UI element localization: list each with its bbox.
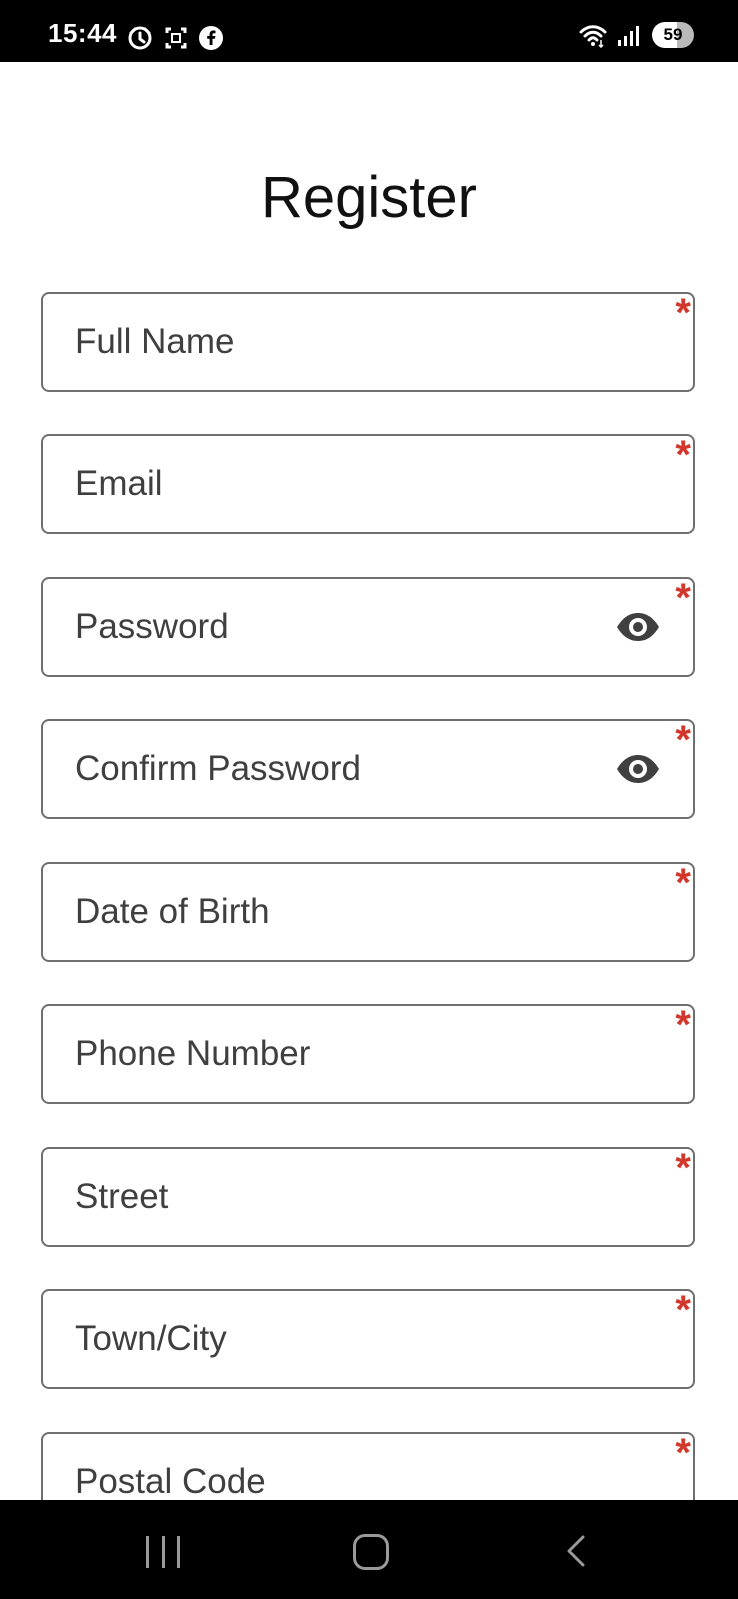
phone-number-field[interactable]: Phone Number *: [41, 1004, 695, 1104]
alarm-icon: [128, 26, 152, 50]
back-button[interactable]: [560, 1533, 594, 1569]
field-label: Street: [75, 1177, 169, 1216]
required-marker: *: [675, 1003, 691, 1047]
wifi-icon: [579, 25, 607, 48]
full-name-field[interactable]: Full Name *: [41, 292, 695, 392]
email-field[interactable]: Email *: [41, 434, 695, 534]
page-title: Register: [261, 165, 477, 230]
town-city-field[interactable]: Town/City *: [41, 1289, 695, 1389]
recents-bar: [161, 1536, 165, 1568]
field-label: Password: [75, 607, 229, 646]
field-label: Phone Number: [75, 1034, 311, 1073]
street-field[interactable]: Street *: [41, 1147, 695, 1247]
signal-icon: [618, 26, 639, 46]
system-navigation-bar: [0, 1500, 738, 1599]
required-marker: *: [675, 291, 691, 335]
register-screen: Register Full Name * Email * Password * …: [0, 62, 738, 1500]
date-of-birth-field[interactable]: Date of Birth *: [41, 862, 695, 962]
field-label: Date of Birth: [75, 892, 270, 931]
required-marker: *: [675, 718, 691, 762]
status-icons-right: 59: [578, 22, 694, 48]
confirm-password-field[interactable]: Confirm Password *: [41, 719, 695, 819]
screenshot-icon: [165, 27, 187, 49]
recents-button[interactable]: [146, 1536, 180, 1568]
home-button[interactable]: [353, 1534, 389, 1570]
required-marker: *: [675, 433, 691, 477]
recents-bar: [177, 1536, 180, 1568]
status-bar: 15:44 59: [0, 0, 738, 62]
field-label: Email: [75, 464, 163, 503]
password-field[interactable]: Password *: [41, 577, 695, 677]
required-marker: *: [675, 1431, 691, 1475]
eye-icon[interactable]: [615, 752, 661, 786]
field-label: Postal Code: [75, 1462, 266, 1500]
field-label: Town/City: [75, 1319, 227, 1358]
status-time: 15:44: [48, 18, 117, 48]
facebook-icon: [199, 26, 223, 50]
recents-bar: [146, 1536, 149, 1568]
battery-indicator: 59: [652, 22, 694, 48]
required-marker: *: [675, 1288, 691, 1332]
required-marker: *: [675, 576, 691, 620]
postal-code-field[interactable]: Postal Code *: [41, 1432, 695, 1500]
field-label: Confirm Password: [75, 749, 361, 788]
required-marker: *: [675, 861, 691, 905]
eye-icon[interactable]: [615, 610, 661, 644]
status-icons-left: [126, 24, 224, 52]
required-marker: *: [675, 1146, 691, 1190]
field-label: Full Name: [75, 322, 235, 361]
